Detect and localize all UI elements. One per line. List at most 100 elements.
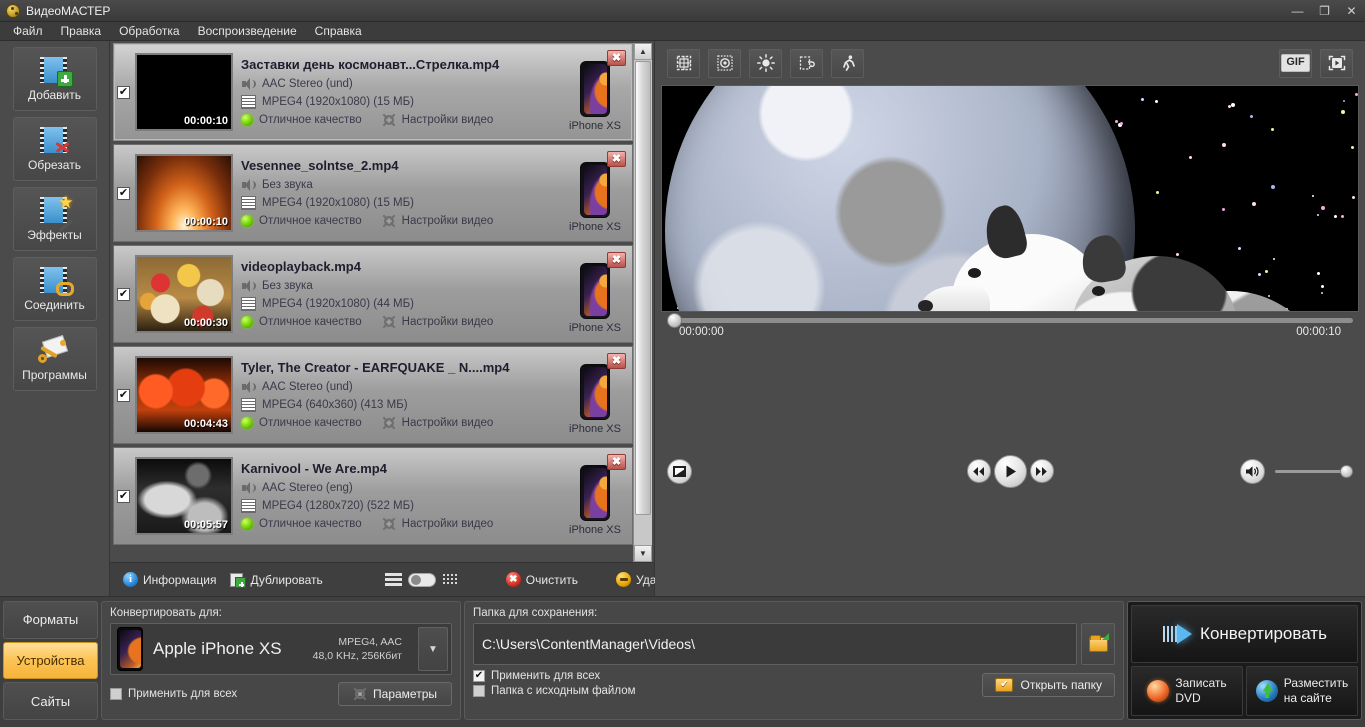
list-view-icon[interactable] [384, 573, 402, 586]
row-video-settings[interactable]: Настройки видео [402, 417, 494, 429]
tab-devices[interactable]: Устройства [3, 641, 98, 680]
rotate-icon[interactable] [790, 48, 823, 78]
chevron-down-icon[interactable]: ▼ [418, 627, 448, 671]
quality-indicator-icon [241, 215, 253, 227]
convert-button[interactable]: Конвертировать [1131, 605, 1358, 663]
row-checkbox[interactable]: ✔ [117, 85, 130, 99]
row-video-settings[interactable]: Настройки видео [402, 215, 494, 227]
phone-icon [580, 464, 610, 521]
clear-button[interactable]: ✖ Очистить [499, 569, 585, 590]
parameters-button[interactable]: Параметры [338, 682, 452, 706]
star-dot [1237, 246, 1241, 250]
scrollbar-track[interactable] [634, 60, 652, 545]
speaker-icon [241, 279, 256, 293]
phone-icon [580, 262, 610, 319]
remove-row-button[interactable]: ✖ [607, 252, 626, 268]
video-preview[interactable] [661, 85, 1359, 312]
fullscreen-play-icon[interactable] [1320, 48, 1353, 78]
menu-process[interactable]: Обработка [110, 22, 189, 40]
gear-icon[interactable] [382, 315, 396, 329]
table-row[interactable]: ✔ 00:04:43 Tyler, The Creator - EARFQUAK… [113, 346, 633, 444]
seek-bar[interactable]: 00:00:00 00:00:10 [655, 312, 1365, 346]
source-folder-checkbox[interactable]: Папка с исходным файлом [473, 685, 636, 697]
play-button[interactable] [993, 454, 1027, 488]
row-video-settings[interactable]: Настройки видео [402, 316, 494, 328]
minimize-button[interactable]: — [1284, 0, 1311, 22]
seek-thumb[interactable] [667, 313, 682, 328]
volume-thumb[interactable] [1340, 464, 1353, 478]
close-button[interactable]: ✕ [1338, 0, 1365, 22]
row-thumbnail[interactable]: 00:05:57 [135, 457, 233, 535]
crop-icon[interactable] [667, 48, 700, 78]
row-thumbnail[interactable]: 00:00:10 [135, 154, 233, 232]
remove-row-button[interactable]: ✖ [607, 353, 626, 369]
menu-file[interactable]: Файл [4, 22, 52, 40]
scroll-down-icon[interactable]: ▼ [634, 545, 652, 562]
watermark-icon[interactable] [708, 48, 741, 78]
gear-icon[interactable] [382, 416, 396, 430]
apply-all-format-checkbox[interactable]: Применить для всех [110, 688, 237, 700]
menu-help[interactable]: Справка [306, 22, 371, 40]
info-button[interactable]: i Информация [116, 569, 223, 590]
row-video-settings[interactable]: Настройки видео [402, 518, 494, 530]
table-row[interactable]: ✔ 00:00:10 Vesennee_solntse_2.mp4 Без зв… [113, 144, 633, 242]
scrollbar-thumb[interactable] [635, 61, 651, 516]
table-row[interactable]: ✔ 00:00:10 Заставки день космонавт...Стр… [113, 43, 633, 141]
snapshot-button[interactable] [667, 458, 692, 484]
scroll-up-icon[interactable]: ▲ [634, 43, 652, 60]
tool-button-trim[interactable]: Обрезать [12, 117, 97, 181]
row-thumbnail[interactable]: 00:04:43 [135, 356, 233, 434]
speed-run-icon[interactable] [831, 48, 864, 78]
row-thumbnail[interactable]: 00:00:10 [135, 53, 233, 131]
table-row[interactable]: ✔ 00:05:57 Karnivool - We Are.mp4 AAC St… [113, 447, 633, 545]
open-folder-button[interactable]: ✔ Открыть папку [982, 673, 1115, 697]
volume-icon[interactable] [1240, 458, 1265, 484]
row-thumbnail[interactable]: 00:00:30 [135, 255, 233, 333]
grid-view-icon[interactable] [441, 573, 459, 586]
star-dot [1265, 270, 1269, 274]
view-switch[interactable] [407, 572, 436, 587]
next-button[interactable] [1029, 459, 1054, 483]
remove-row-button[interactable]: ✖ [607, 50, 626, 66]
tool-button-add[interactable]: Добавить [12, 47, 97, 111]
file-list-scrollbar[interactable]: ▲ ▼ [633, 43, 652, 562]
duplicate-button[interactable]: Дублировать [223, 570, 329, 590]
device-select[interactable]: Apple iPhone XS MPEG4, AAC 48,0 KHz, 256… [110, 623, 452, 675]
tool-button-programs[interactable]: Программы [12, 327, 97, 391]
table-row[interactable]: ✔ 00:00:30 videoplayback.mp4 Без звука M… [113, 245, 633, 343]
brightness-icon[interactable] [749, 48, 782, 78]
tool-button-join[interactable]: Соединить [12, 257, 97, 321]
row-checkbox[interactable]: ✔ [117, 489, 130, 503]
selected-device-name: Apple iPhone XS [153, 639, 282, 658]
star-dot [1141, 97, 1145, 101]
row-checkbox[interactable]: ✔ [117, 287, 130, 301]
apply-all-path-checkbox[interactable]: ✔ Применить для всех [473, 670, 636, 682]
gear-icon[interactable] [382, 214, 396, 228]
view-mode-toggle[interactable] [384, 572, 459, 587]
star-dot [1316, 272, 1320, 276]
device-thumbnail-icon [117, 627, 143, 671]
volume-slider[interactable] [1275, 464, 1353, 478]
gear-icon[interactable] [382, 517, 396, 531]
remove-row-button[interactable]: ✖ [607, 454, 626, 470]
transport-controls [655, 346, 1365, 596]
remove-row-button[interactable]: ✖ [607, 151, 626, 167]
seek-track[interactable] [667, 313, 1353, 328]
browse-folder-button[interactable] [1081, 623, 1115, 665]
tab-sites[interactable]: Сайты [3, 682, 98, 721]
menu-edit[interactable]: Правка [52, 22, 111, 40]
publish-button[interactable]: Разместить на сайте [1246, 666, 1358, 716]
row-device-name: iPhone XS [569, 321, 621, 334]
row-checkbox[interactable]: ✔ [117, 388, 130, 402]
gear-icon[interactable] [382, 113, 396, 127]
row-video-settings[interactable]: Настройки видео [402, 114, 494, 126]
burn-dvd-button[interactable]: Записать DVD [1131, 666, 1243, 716]
tab-formats[interactable]: Форматы [3, 601, 98, 639]
menu-playback[interactable]: Воспроизведение [189, 22, 306, 40]
row-checkbox[interactable]: ✔ [117, 186, 130, 200]
previous-button[interactable] [966, 459, 991, 483]
maximize-button[interactable]: ❐ [1311, 0, 1338, 22]
gif-button[interactable]: GIF [1279, 48, 1312, 78]
tool-button-effects[interactable]: ★ Эффекты [12, 187, 97, 251]
save-path-input[interactable]: C:\Users\ContentManager\Videos\ [473, 623, 1077, 665]
